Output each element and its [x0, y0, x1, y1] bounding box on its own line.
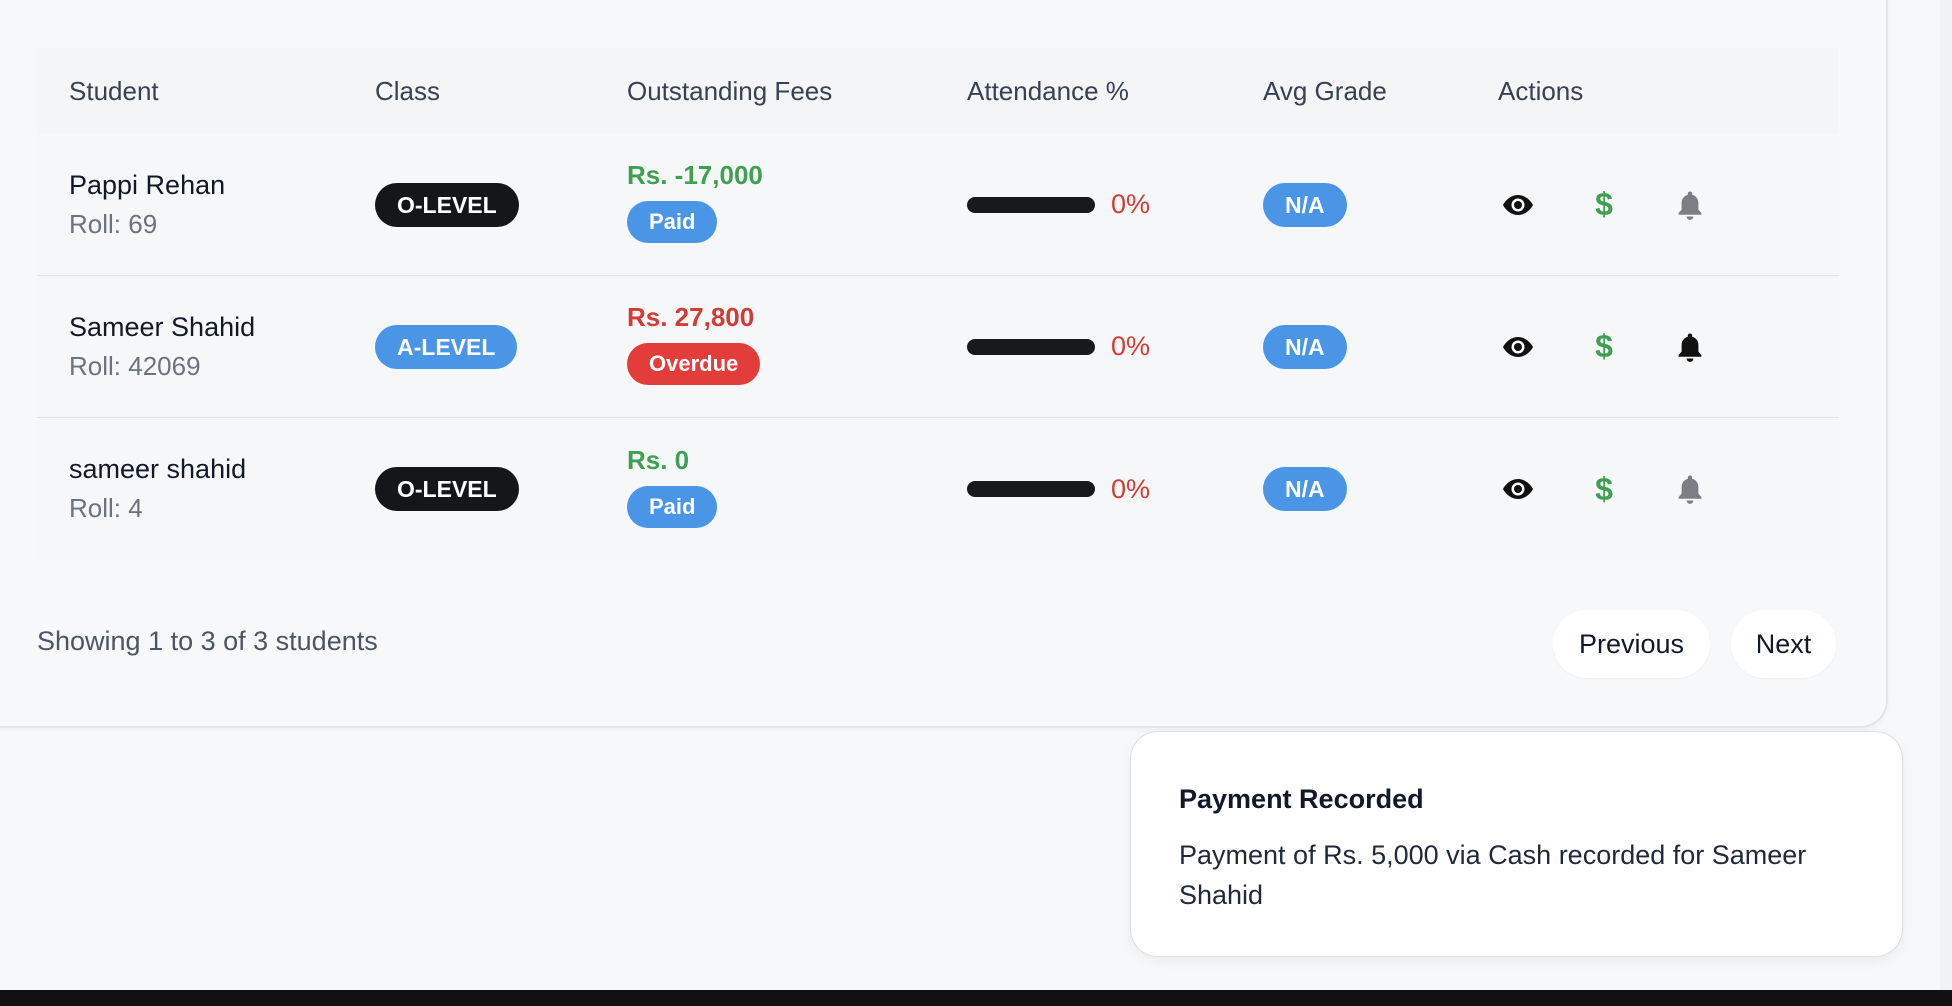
avg-grade-badge: N/A — [1263, 324, 1347, 369]
attendance-bar — [967, 338, 1095, 355]
actions-cell: $ — [1498, 327, 1710, 367]
dollar-icon[interactable]: $ — [1584, 469, 1624, 509]
class-badge: O-LEVEL — [375, 182, 519, 227]
fee-amount: Rs. 0 — [627, 444, 690, 475]
bell-icon[interactable] — [1670, 327, 1710, 367]
header-attendance: Attendance % — [967, 76, 1129, 106]
attendance-cell: 0% — [967, 189, 1150, 220]
header-actions: Actions — [1498, 76, 1584, 106]
fee-status-badge: Paid — [627, 201, 718, 243]
table-header: Student Class Outstanding Fees Attendanc… — [37, 48, 1839, 134]
eye-icon[interactable] — [1498, 185, 1538, 225]
attendance-bar — [967, 481, 1095, 497]
bell-icon[interactable] — [1670, 469, 1710, 509]
bell-icon[interactable] — [1670, 185, 1710, 225]
class-badge: O-LEVEL — [375, 467, 519, 511]
student-name: Sameer Shahid — [69, 311, 256, 342]
header-outstanding-fees: Outstanding Fees — [627, 76, 833, 106]
class-cell: O-LEVEL — [375, 182, 519, 227]
actions-cell: $ — [1498, 185, 1710, 225]
dollar-icon[interactable]: $ — [1584, 185, 1624, 225]
table-row: sameer shahid Roll: 4 O-LEVEL Rs. 0 Paid 0% N/… — [37, 418, 1839, 560]
attendance-value: 0% — [1111, 189, 1151, 219]
student-cell: Sameer Shahid Roll: 42069 — [69, 312, 255, 382]
attendance-value: 0% — [1111, 331, 1151, 361]
class-cell: O-LEVEL — [375, 467, 519, 511]
scrollbar-track[interactable] — [1940, 0, 1952, 990]
header-avg-grade: Avg Grade — [1263, 76, 1387, 106]
toast-message: Payment of Rs. 5,000 via Cash recorded f… — [1179, 840, 1807, 910]
fees-cell: Rs. -17,000 Paid — [627, 160, 763, 243]
student-name: sameer shahid — [69, 454, 247, 484]
header-class: Class — [375, 76, 441, 106]
eye-icon[interactable] — [1498, 469, 1538, 509]
fee-status-badge: Paid — [627, 485, 718, 528]
student-name: Pappi Rehan — [69, 169, 226, 200]
pagination-summary: Showing 1 to 3 of 3 students — [37, 626, 378, 656]
fee-amount: Rs. -17,000 — [627, 160, 763, 190]
attendance-cell: 0% — [967, 474, 1150, 505]
eye-icon[interactable] — [1498, 327, 1538, 367]
students-table: Student Class Outstanding Fees Attendanc… — [37, 48, 1839, 560]
next-button[interactable]: Next — [1731, 610, 1836, 678]
table-row: Sameer Shahid Roll: 42069 A-LEVEL Rs. 27,80… — [37, 276, 1839, 418]
table-row: Pappi Rehan Roll: 69 O-LEVEL Rs. -17,000 Pai… — [37, 134, 1839, 276]
fees-cell: Rs. 27,800 Overdue — [627, 302, 761, 385]
class-cell: A-LEVEL — [375, 324, 518, 369]
grade-cell: N/A — [1263, 182, 1347, 227]
dollar-icon[interactable]: $ — [1584, 327, 1624, 367]
avg-grade-badge: N/A — [1263, 182, 1347, 227]
fees-cell: Rs. 0 Paid — [627, 444, 718, 528]
student-cell: Pappi Rehan Roll: 69 — [69, 170, 225, 240]
class-badge: A-LEVEL — [375, 324, 518, 369]
toast-notification: Payment Recorded Payment of Rs. 5,000 vi… — [1130, 731, 1903, 957]
header-student: Student — [69, 76, 159, 106]
toast-title: Payment Recorded — [1179, 784, 1424, 814]
student-roll: Roll: 4 — [69, 493, 143, 523]
student-roll: Roll: 69 — [69, 208, 158, 239]
previous-button[interactable]: Previous — [1553, 610, 1710, 678]
actions-cell: $ — [1498, 469, 1710, 509]
fee-status-badge: Overdue — [627, 343, 761, 385]
grade-cell: N/A — [1263, 467, 1347, 511]
student-cell: sameer shahid Roll: 4 — [69, 454, 246, 524]
student-roll: Roll: 42069 — [69, 350, 201, 381]
attendance-value: 0% — [1111, 473, 1151, 504]
fee-amount: Rs. 27,800 — [627, 302, 755, 332]
grade-cell: N/A — [1263, 324, 1347, 369]
attendance-cell: 0% — [967, 331, 1150, 362]
attendance-bar — [967, 196, 1095, 213]
avg-grade-badge: N/A — [1263, 467, 1347, 511]
